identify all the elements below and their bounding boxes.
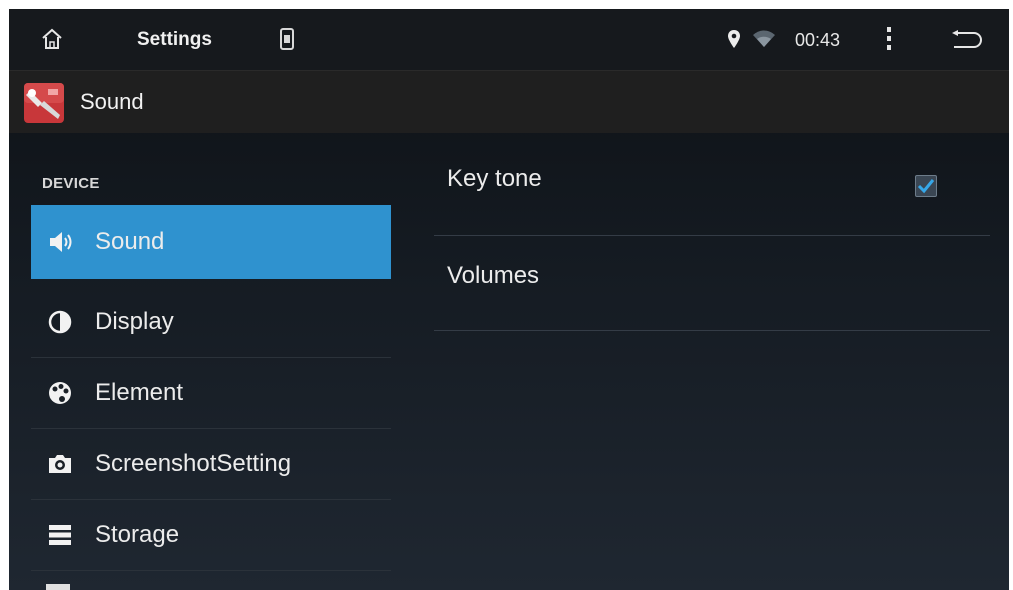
nav-item-sound[interactable]: Sound [31, 205, 391, 279]
action-bar-title: Sound [80, 89, 144, 114]
nav-item-label: ScreenshotSetting [95, 450, 292, 477]
location-icon [726, 28, 742, 50]
palette-icon [45, 378, 75, 408]
pref-volumes[interactable]: Volumes [434, 236, 990, 330]
storage-icon [45, 520, 75, 550]
home-icon[interactable] [39, 26, 65, 52]
status-bar: Settings 00:43 [9, 9, 1009, 70]
camera-icon [45, 449, 75, 479]
section-header-device: DEVICE [42, 175, 100, 192]
nav-item-label: Element [95, 379, 184, 406]
overflow-menu-icon[interactable] [877, 23, 901, 55]
pref-title: Volumes [447, 262, 540, 289]
settings-tools-icon [24, 83, 64, 123]
nav-item-display[interactable]: Display [31, 287, 391, 357]
brightness-icon [45, 307, 75, 337]
nav-item-label: Storage [95, 521, 180, 548]
back-icon[interactable] [949, 27, 985, 53]
divider [31, 570, 391, 571]
settings-nav-pane: DEVICE Sound Display Element ScreenshotS… [31, 133, 391, 590]
sim-card-icon [279, 27, 295, 51]
nav-item-label: Sound [95, 228, 165, 255]
pref-key-tone[interactable]: Key tone [434, 133, 990, 227]
settings-screen: Settings 00:43 Sound DEVICE Sound Displa… [9, 9, 1009, 590]
nav-item-partial[interactable] [31, 580, 391, 590]
key-tone-checkbox[interactable] [915, 175, 937, 197]
wifi-icon [751, 29, 777, 49]
app-title: Settings [137, 29, 212, 50]
nav-item-storage[interactable]: Storage [31, 500, 391, 570]
pref-title: Key tone [447, 165, 542, 192]
sound-settings-pane: Key tone Volumes [434, 133, 990, 590]
list-icon [46, 584, 70, 590]
speaker-icon [45, 227, 75, 257]
nav-item-label: Display [95, 308, 174, 335]
nav-item-element[interactable]: Element [31, 358, 391, 428]
clock: 00:43 [795, 29, 841, 50]
nav-item-screenshot-setting[interactable]: ScreenshotSetting [31, 429, 391, 499]
divider [434, 330, 990, 331]
action-bar: Sound [9, 70, 1009, 133]
